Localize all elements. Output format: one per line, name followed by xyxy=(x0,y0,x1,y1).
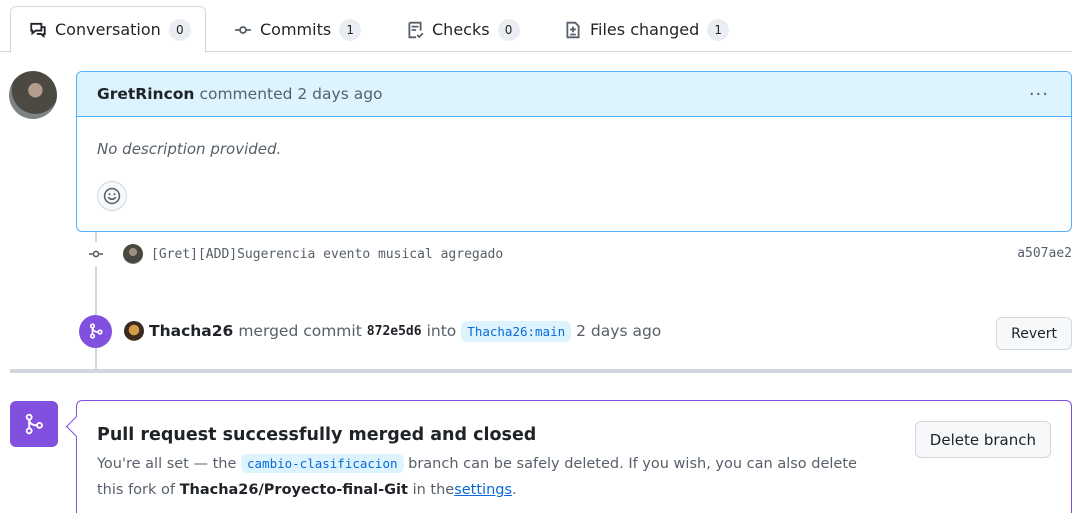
tab-counter: 0 xyxy=(497,18,520,41)
merge-time[interactable]: 2 days ago xyxy=(576,322,661,340)
comment-author-link[interactable]: GretRincon xyxy=(97,85,194,103)
merged-title: Pull request successfully merged and clo… xyxy=(97,425,537,445)
merge-text-merged: merged commit xyxy=(238,322,362,340)
git-merge-icon xyxy=(79,314,112,348)
merged-status-box: Pull request successfully merged and clo… xyxy=(76,400,1072,513)
desc-prefix: You're all set — the xyxy=(97,456,237,472)
tab-counter: 1 xyxy=(339,18,362,41)
merge-commit-sha-link[interactable]: 872e5d6 xyxy=(367,324,422,339)
tab-counter: 1 xyxy=(707,18,730,41)
conversation-icon xyxy=(30,22,46,38)
smiley-icon xyxy=(103,187,121,205)
tab-files-changed[interactable]: Files changed 1 xyxy=(546,6,743,53)
delete-branch-button[interactable]: Delete branch xyxy=(914,421,1051,458)
merge-description: Thacha26 merged commit 872e5d6 into Thac… xyxy=(149,320,661,342)
kebab-menu-icon[interactable]: ··· xyxy=(1029,84,1049,105)
settings-link[interactable]: settings xyxy=(454,482,512,498)
comment-header: GretRincon commented 2 days ago ··· xyxy=(77,72,1071,117)
comment-timestamp[interactable]: commented 2 days ago xyxy=(199,85,382,103)
commit-message-link[interactable]: [Gret][ADD]Sugerencia evento musical agr… xyxy=(151,247,503,262)
tab-commits[interactable]: Commits 1 xyxy=(216,6,375,53)
target-branch-link[interactable]: Thacha26:main xyxy=(461,320,572,342)
avatar[interactable] xyxy=(9,71,57,119)
add-reaction-button[interactable] xyxy=(97,181,127,211)
tab-conversation[interactable]: Conversation 0 xyxy=(10,6,206,53)
comment-body: No description provided. xyxy=(97,140,282,158)
pull-request-page: Conversation 0 Commits 1 Checks 0 Files … xyxy=(0,0,1072,513)
commit-sha-link[interactable]: a507ae2 xyxy=(1017,246,1072,261)
timeline-divider xyxy=(10,369,1072,373)
commit-node-icon xyxy=(84,242,108,266)
desc-end: . xyxy=(512,482,517,498)
tab-label: Checks xyxy=(432,20,490,39)
merge-text-into: into xyxy=(426,322,457,340)
pr-tabs: Conversation 0 Commits 1 Checks 0 Files … xyxy=(0,0,1072,53)
git-merge-icon xyxy=(10,401,58,447)
merge-event: Thacha26 merged commit 872e5d6 into Thac… xyxy=(79,313,1072,350)
commit-item: [Gret][ADD]Sugerencia evento musical agr… xyxy=(84,241,1072,267)
tab-label: Files changed xyxy=(590,20,700,39)
comment-box: GretRincon commented 2 days ago ··· No d… xyxy=(76,71,1072,232)
merged-description: You're all set — the cambio-clasificacio… xyxy=(97,451,887,503)
fork-name: Thacha26/Proyecto-final-Git xyxy=(179,482,408,498)
tab-counter: 0 xyxy=(168,18,191,41)
tab-label: Conversation xyxy=(55,20,161,39)
head-branch-link[interactable]: cambio-clasificacion xyxy=(241,454,404,473)
commit-icon xyxy=(235,25,251,34)
desc-in: in the xyxy=(412,482,455,498)
merge-user-link[interactable]: Thacha26 xyxy=(149,322,233,340)
tab-checks[interactable]: Checks 0 xyxy=(388,6,534,53)
revert-button[interactable]: Revert xyxy=(996,317,1072,350)
avatar[interactable] xyxy=(124,321,144,341)
file-diff-icon xyxy=(566,21,580,38)
avatar[interactable] xyxy=(123,244,143,264)
tab-label: Commits xyxy=(260,20,332,39)
checklist-icon xyxy=(408,21,424,38)
